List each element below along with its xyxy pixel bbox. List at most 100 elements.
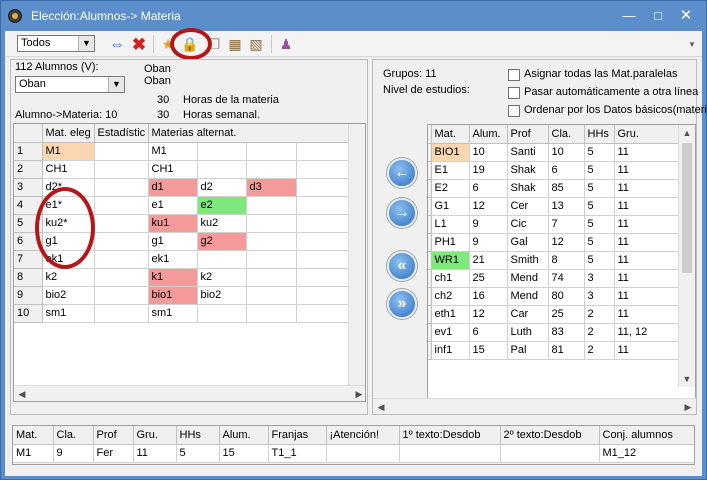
scroll-left-icon[interactable]: ◀	[373, 399, 389, 415]
assign-parallel-checkbox[interactable]	[508, 69, 520, 81]
grid-cell[interactable]: 25	[469, 269, 508, 288]
grid-cell[interactable]	[500, 444, 600, 463]
grid-cell[interactable]: M1	[42, 142, 95, 161]
grid-cell[interactable]	[197, 304, 247, 323]
grid-cell[interactable]: 11	[133, 444, 177, 463]
table-row[interactable]: M1 9 Fer 11 5 15 T1_1 M1_12	[13, 444, 694, 463]
grid-cell[interactable]: 10	[548, 143, 585, 162]
grid-cell[interactable]	[296, 160, 350, 179]
grid-cell[interactable]: L1	[431, 215, 470, 234]
grid-cell[interactable]	[246, 160, 297, 179]
column-header[interactable]: Franjas	[268, 426, 327, 445]
column-header[interactable]: HHs	[584, 125, 615, 144]
minimize-button[interactable]: —	[618, 7, 640, 25]
grid-cell[interactable]	[197, 160, 247, 179]
grid-cell[interactable]	[197, 142, 247, 161]
grid-cell[interactable]: ch1	[431, 269, 470, 288]
grid-cell[interactable]	[94, 304, 149, 323]
grid-cell[interactable]: 11	[614, 341, 681, 360]
grid-cell[interactable]	[296, 250, 350, 269]
grid-cell[interactable]	[296, 142, 350, 161]
row-number[interactable]: 7	[14, 250, 43, 269]
toolbar-overflow-icon[interactable]: ▼	[683, 36, 701, 53]
grid-cell[interactable]: 80	[548, 287, 585, 306]
grid-cell[interactable]: 9	[469, 215, 508, 234]
grid-cell[interactable]: 9	[469, 233, 508, 252]
column-header[interactable]: Alum.	[219, 426, 269, 445]
grid-cell[interactable]: 21	[469, 251, 508, 270]
lists-icon[interactable]: ▧	[247, 36, 265, 53]
grid-cell[interactable]: 12	[469, 197, 508, 216]
grid-cell[interactable]: 25	[548, 305, 585, 324]
grid-cell[interactable]: ch2	[431, 287, 470, 306]
grid-cell[interactable]: Car	[507, 305, 549, 324]
grid-cell[interactable]	[399, 444, 501, 463]
delete-icon[interactable]: ✖	[130, 36, 148, 53]
grid-cell[interactable]: Mend	[507, 287, 549, 306]
grid-cell[interactable]: 9	[53, 444, 94, 463]
scroll-right-icon[interactable]: ▶	[680, 399, 696, 415]
grid-cell[interactable]: bio1	[148, 286, 198, 305]
grid-cell[interactable]	[296, 214, 350, 233]
grid-cell[interactable]	[94, 250, 149, 269]
column-header[interactable]: ¡Atención!	[326, 426, 400, 445]
grid-cell[interactable]: 2	[584, 323, 615, 342]
auto-next-line-checkbox[interactable]	[508, 87, 520, 99]
table-row[interactable]: PH1 9 Gal 12 5 11	[428, 233, 681, 252]
grid-cell[interactable]	[94, 196, 149, 215]
table-row[interactable]: E2 6 Shak 85 5 11	[428, 179, 681, 198]
grid-cell[interactable]: 6	[469, 179, 508, 198]
grid-cell[interactable]: 5	[584, 143, 615, 162]
grid-cell[interactable]: 15	[469, 341, 508, 360]
grid-cell[interactable]: 13	[548, 197, 585, 216]
grid-cell[interactable]: 11	[614, 233, 681, 252]
column-header[interactable]: Cla.	[53, 426, 94, 445]
grid-cell[interactable]: 5	[584, 233, 615, 252]
left-grid-vscroll[interactable]	[348, 124, 365, 386]
grid-cell[interactable]: ev1	[431, 323, 470, 342]
grid-cell[interactable]: Cic	[507, 215, 549, 234]
grid-cell[interactable]	[296, 286, 350, 305]
grid-cell[interactable]: Pal	[507, 341, 549, 360]
grid-cell[interactable]: ku2	[197, 214, 247, 233]
grid-cell[interactable]	[296, 268, 350, 287]
chevron-down-icon[interactable]: ▼	[78, 36, 94, 51]
grid-cell[interactable]	[296, 196, 350, 215]
scroll-up-icon[interactable]: ▲	[679, 125, 695, 141]
grid-cell[interactable]: 11	[614, 305, 681, 324]
row-number[interactable]: 1	[14, 142, 43, 161]
column-header[interactable]: Conj. alumnos	[599, 426, 694, 445]
column-header[interactable]: Alum.	[469, 125, 508, 144]
column-header[interactable]: Estadístic	[94, 124, 149, 143]
close-button[interactable]: ✕	[675, 7, 697, 25]
grid-cell[interactable]: CH1	[42, 160, 95, 179]
grid-cell[interactable]: 6	[469, 323, 508, 342]
grid-cell[interactable]: 11	[614, 215, 681, 234]
grid-cell[interactable]	[246, 250, 297, 269]
grid-cell[interactable]: 16	[469, 287, 508, 306]
grid-cell[interactable]	[246, 286, 297, 305]
scroll-right-icon[interactable]: ▶	[351, 386, 365, 401]
grid-cell[interactable]	[246, 232, 297, 251]
left-grid-hscroll[interactable]: ◀ ▶	[14, 385, 365, 401]
maximize-button[interactable]: □	[647, 7, 669, 25]
table-row[interactable]: ch1 25 Mend 74 3 11	[428, 269, 681, 288]
grid-cell[interactable]: 11	[614, 161, 681, 180]
grid-cell[interactable]: k1	[148, 268, 198, 287]
table-row[interactable]: BIO1 10 Santi 10 5 11	[428, 143, 681, 162]
grid-cell[interactable]: Gal	[507, 233, 549, 252]
grid-cell[interactable]: Santi	[507, 143, 549, 162]
grid-cell[interactable]: bio2	[42, 286, 95, 305]
table-row[interactable]: WR1 21 Smith 8 5 11	[428, 251, 681, 270]
grid-cell[interactable]: 5	[584, 215, 615, 234]
grid-cell[interactable]: M1_12	[599, 444, 694, 463]
grid-cell[interactable]	[94, 160, 149, 179]
grid-cell[interactable]: 15	[219, 444, 269, 463]
grid-cell[interactable]: Luth	[507, 323, 549, 342]
arrow-left-icon[interactable]: ←	[387, 158, 417, 188]
grid-cell[interactable]: k2	[197, 268, 247, 287]
column-header[interactable]: 1º texto:Desdob	[399, 426, 501, 445]
grid-cell[interactable]	[94, 142, 149, 161]
column-header[interactable]: HHs	[176, 426, 220, 445]
grid-cell[interactable]: E2	[431, 179, 470, 198]
